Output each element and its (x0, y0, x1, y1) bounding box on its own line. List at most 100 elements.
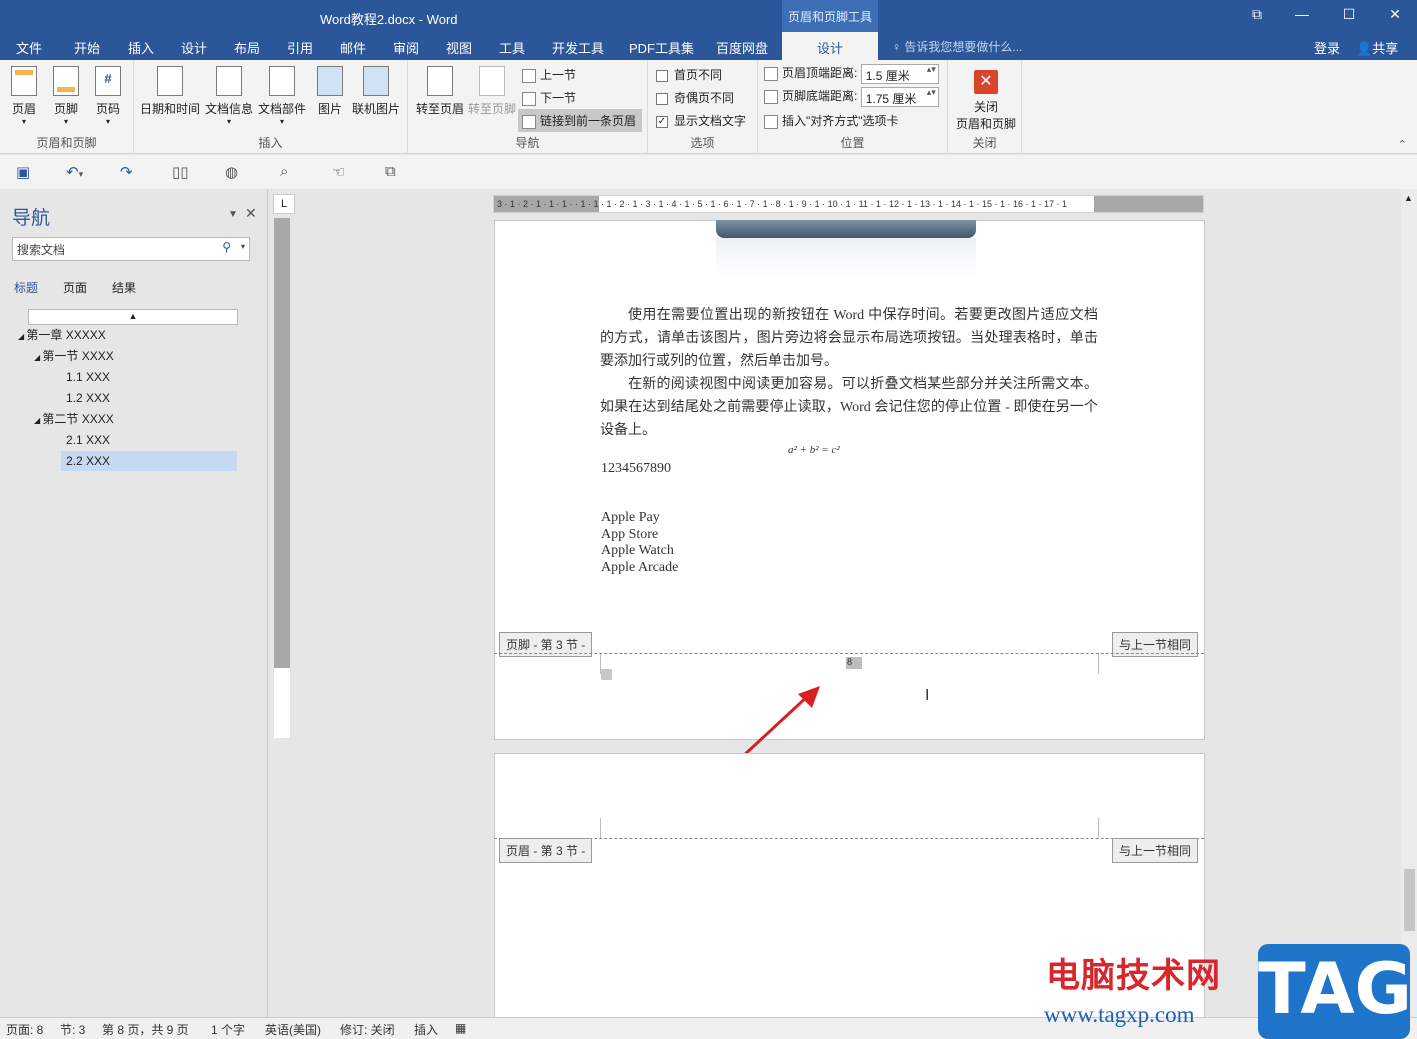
goto-footer-icon (479, 66, 505, 96)
tab-insert[interactable]: 插入 (128, 38, 154, 57)
search-document-input[interactable]: 搜索文档 ⚲ ▾ (12, 237, 250, 261)
same-as-previous-label-2: 与上一节相同 (1112, 838, 1199, 863)
status-page[interactable]: 页面: 8 (6, 1021, 43, 1038)
pane-options-icon[interactable]: ▼ (228, 209, 238, 220)
customize-icon[interactable]: ⧉ (385, 163, 396, 180)
tab-pdf-tools[interactable]: PDF工具集 (629, 38, 694, 57)
insert-align-tab-button[interactable]: 插入"对齐方式"选项卡 (764, 112, 899, 129)
touch-mode-icon[interactable]: ☜ (332, 163, 345, 181)
group-close: ✕ 关闭 页眉和页脚 关闭 (948, 60, 1022, 154)
read-mode-icon[interactable]: ▯▯ (172, 163, 189, 181)
body-paragraph-1[interactable]: 使用在需要位置出现的新按钮在 Word 中保存时间。若要更改图片适应文档的方式，… (600, 304, 1098, 373)
undo-icon[interactable]: ↶▾ (66, 163, 83, 181)
tab-view[interactable]: 视图 (446, 38, 472, 57)
close-window-icon[interactable]: ✕ (1383, 6, 1407, 23)
print-preview-icon[interactable]: ⌕ (280, 163, 288, 180)
tab-home[interactable]: 开始 (74, 38, 100, 57)
close-header-footer-button[interactable]: ✕ 关闭 页眉和页脚 (952, 66, 1020, 132)
equation[interactable]: a² + b² = c² (788, 444, 840, 456)
number-line[interactable]: 1234567890 (601, 460, 671, 477)
tab-hf-design[interactable]: 设计 (782, 32, 878, 60)
list-item[interactable]: Apple Watch (601, 542, 674, 559)
nav-tab-headings[interactable]: 标题 (14, 279, 38, 296)
footer-bottom-spinner[interactable]: 1.75 厘米 (860, 87, 939, 107)
page-number-button[interactable]: # 页码 ▾ (92, 66, 124, 126)
picture-button[interactable]: 图片 (312, 66, 348, 117)
macro-record-icon[interactable]: ▦ (455, 1021, 466, 1035)
tab-layout[interactable]: 布局 (234, 38, 260, 57)
tree-item-selected[interactable]: 2.2 XXX (61, 451, 237, 471)
status-pages[interactable]: 第 8 页，共 9 页 (102, 1021, 189, 1038)
header-top-spinner[interactable]: 1.5 厘米 (860, 64, 939, 84)
tab-references[interactable]: 引用 (287, 38, 313, 57)
scroll-up-icon[interactable]: ▲ (1404, 193, 1413, 203)
tab-mailings[interactable]: 邮件 (340, 38, 366, 57)
tree-item[interactable]: ◢ 第一章 XXXXX (18, 325, 106, 345)
share-button[interactable]: 👤共享 (1350, 36, 1404, 59)
tree-item[interactable]: ◢ 第一节 XXXX (34, 346, 114, 366)
tree-item[interactable]: 2.1 XXX (66, 430, 110, 450)
status-insert-mode[interactable]: 插入 (414, 1021, 438, 1038)
show-document-text-checkbox[interactable]: ✓ 显示文档文字 (656, 112, 746, 129)
collapse-ribbon-icon[interactable]: ⌃ (1398, 138, 1407, 151)
phone-image[interactable] (716, 220, 976, 238)
header-button[interactable]: 页眉 ▾ (8, 66, 40, 126)
save-icon[interactable]: ▣ (16, 163, 30, 181)
footer-button[interactable]: 页脚 ▾ (50, 66, 82, 126)
maximize-icon[interactable]: ☐ (1337, 6, 1361, 23)
online-picture-button[interactable]: 联机图片 (350, 66, 402, 117)
previous-section-button[interactable]: 上一节 (522, 66, 576, 83)
redo-icon[interactable]: ↷ (120, 163, 133, 181)
nav-tab-results[interactable]: 结果 (112, 279, 136, 296)
search-dropdown-icon[interactable]: ▾ (241, 242, 245, 251)
ribbon-display-icon[interactable]: ⧉ (1245, 6, 1269, 23)
different-odd-even-checkbox[interactable]: 奇偶页不同 (656, 89, 734, 106)
checkmark-icon: ✓ (656, 115, 668, 128)
datetime-button[interactable]: 日期和时间 (140, 66, 200, 117)
link-to-previous-button[interactable]: 链接到前一条页眉 (518, 109, 643, 132)
scroll-thumb[interactable] (1404, 869, 1415, 931)
status-section[interactable]: 节: 3 (60, 1021, 85, 1038)
search-icon[interactable]: ⚲ (222, 240, 231, 254)
status-language[interactable]: 英语(美国) (265, 1021, 321, 1038)
quickparts-button[interactable]: 文档部件 ▾ (256, 66, 308, 126)
footer-bottom-row: 页脚底端距离: 1.75 厘米 (764, 87, 939, 107)
status-words[interactable]: 1 个字 (211, 1021, 245, 1038)
tab-selector[interactable]: L (273, 194, 295, 214)
vertical-scrollbar[interactable]: ▲ (1401, 189, 1417, 1017)
close-pane-icon[interactable]: ✕ (245, 205, 257, 222)
tree-item[interactable]: 1.1 XXX (66, 367, 110, 387)
goto-header-icon (427, 66, 453, 96)
goto-header-button[interactable]: 转至页眉 (414, 66, 466, 117)
group-label-header-footer: 页眉和页脚 (36, 136, 97, 150)
group-label-close: 关闭 (972, 136, 997, 150)
login-link[interactable]: 登录 (1314, 38, 1340, 57)
list-item[interactable]: Apple Arcade (601, 559, 678, 576)
web-layout-icon[interactable]: ◍ (225, 163, 238, 181)
status-track-changes[interactable]: 修订: 关闭 (340, 1021, 395, 1038)
close-red-icon: ✕ (974, 70, 998, 94)
tab-developer[interactable]: 开发工具 (552, 38, 604, 57)
nav-tab-pages[interactable]: 页面 (63, 279, 87, 296)
tab-design[interactable]: 设计 (181, 38, 207, 57)
list-item[interactable]: App Store (601, 526, 658, 543)
minimize-icon[interactable]: — (1290, 6, 1314, 22)
header-top-row: 页眉顶端距离: 1.5 厘米 (764, 64, 939, 84)
list-item[interactable]: Apple Pay (601, 509, 660, 526)
body-paragraph-2[interactable]: 在新的阅读视图中阅读更加容易。可以折叠文档某些部分并关注所需文本。如果在达到结尾… (600, 373, 1098, 442)
tree-item[interactable]: ◢ 第二节 XXXX (34, 409, 114, 429)
document-info-icon (216, 66, 242, 96)
lightbulb-icon: ♀ (892, 40, 905, 54)
header-section-label: 页眉 - 第 3 节 - (499, 838, 593, 863)
docinfo-button[interactable]: 文档信息 ▾ (204, 66, 254, 126)
next-section-button[interactable]: 下一节 (522, 89, 576, 106)
tab-review[interactable]: 审阅 (393, 38, 419, 57)
tab-file[interactable]: 文件 (16, 38, 42, 57)
scroll-to-top-bar[interactable]: ▲ (28, 309, 238, 325)
different-first-page-checkbox[interactable]: 首页不同 (656, 66, 722, 83)
tab-tools[interactable]: 工具 (499, 38, 525, 57)
tell-me-box[interactable]: ♀ 告诉我您想要做什么... (892, 38, 1022, 55)
tab-baidu-netdisk[interactable]: 百度网盘 (716, 38, 768, 57)
page-number-field[interactable]: 8 (846, 657, 862, 669)
tree-item[interactable]: 1.2 XXX (66, 388, 110, 408)
